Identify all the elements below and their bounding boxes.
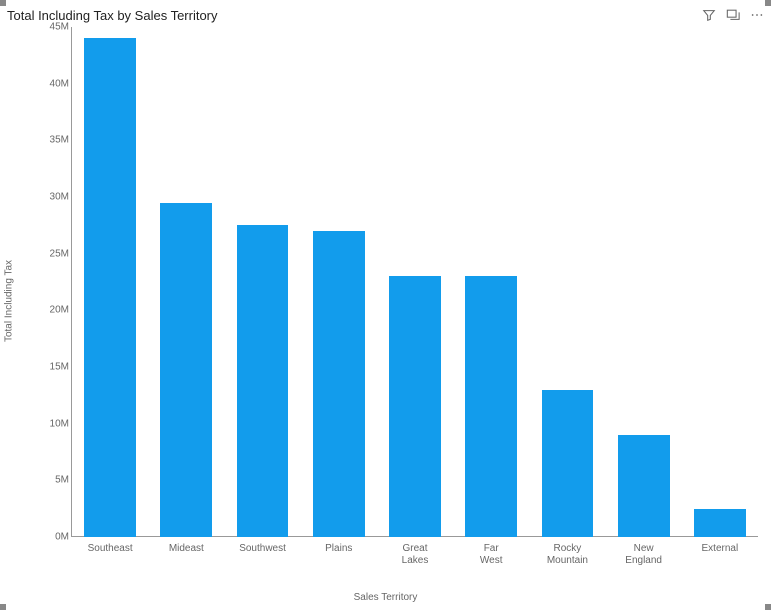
bar[interactable] [313,231,365,537]
x-axis-tick-label: Mideast [169,543,204,555]
x-axis-tick-label: Rocky Mountain [547,543,588,567]
bar-slot: New England [606,27,682,537]
selection-handle-top-right[interactable] [765,0,771,6]
x-axis-tick-label: New England [625,543,663,567]
selection-handle-bottom-left[interactable] [0,604,6,610]
bar[interactable] [84,38,136,537]
x-axis-tick-label: Southwest [239,543,286,555]
y-axis-tick: 35M [35,135,69,146]
bar-slot: Southeast [72,27,148,537]
y-axis-tick: 45M [35,22,69,33]
bar-slot: Great Lakes [377,27,453,537]
more-options-icon[interactable] [750,8,764,22]
bar[interactable] [542,390,594,537]
y-axis-title: Total Including Tax [4,260,15,342]
y-axis-tick: 30M [35,192,69,203]
y-axis-tick: 0M [35,532,69,543]
x-axis-tick-label: Far West [472,543,510,567]
chart-toolbar [702,8,764,22]
y-axis-tick: 40M [35,78,69,89]
y-axis-tick: 15M [35,362,69,373]
y-axis-tick: 25M [35,248,69,259]
x-axis-tick-label: Great Lakes [396,543,434,567]
bar[interactable] [160,203,212,537]
x-axis-tick-label: Southeast [88,543,133,555]
x-axis-tick-label: External [702,543,739,555]
focus-mode-icon[interactable] [726,8,740,22]
bar[interactable] [465,276,517,537]
bar-slot: Rocky Mountain [529,27,605,537]
chart-visual-container: Total Including Tax by Sales Territory T… [0,0,771,610]
bar[interactable] [389,276,441,537]
y-axis-tick: 5M [35,475,69,486]
bar[interactable] [237,225,289,537]
selection-handle-top-left[interactable] [0,0,6,6]
chart-plot-area: Total Including Tax 0M5M10M15M20M25M30M3… [13,21,764,581]
y-axis-tick: 10M [35,418,69,429]
bar-slot: External [682,27,758,537]
filter-icon[interactable] [702,8,716,22]
y-axis: 0M5M10M15M20M25M30M35M40M45M [35,27,69,537]
bar-slot: Southwest [224,27,300,537]
bar[interactable] [694,509,746,537]
x-axis-title: Sales Territory [354,592,418,603]
bar-slot: Mideast [148,27,224,537]
chart-bars[interactable]: SoutheastMideastSouthwestPlainsGreat Lak… [72,27,758,537]
bar[interactable] [618,435,670,537]
bar-slot: Far West [453,27,529,537]
x-axis-tick-label: Plains [325,543,352,555]
y-axis-tick: 20M [35,305,69,316]
bar-slot: Plains [301,27,377,537]
selection-handle-bottom-right[interactable] [765,604,771,610]
